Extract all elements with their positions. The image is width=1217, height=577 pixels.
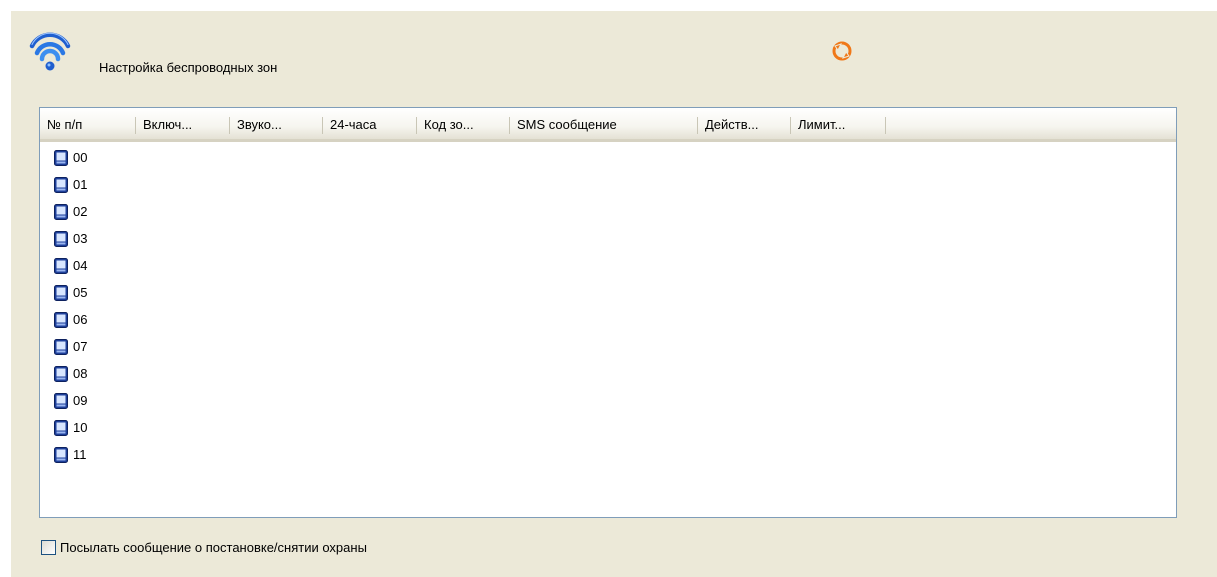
zone-device-icon — [54, 176, 68, 193]
wifi-icon — [29, 32, 71, 71]
zone-device-icon — [54, 257, 68, 274]
list-item[interactable]: 09 — [53, 387, 87, 414]
list-item-label: 06 — [73, 312, 88, 327]
send-message-option[interactable]: Посылать сообщение о постановке/снятии о… — [41, 540, 367, 555]
list-item-label: 04 — [73, 258, 88, 273]
zone-device-icon — [54, 230, 68, 247]
send-message-label: Посылать сообщение о постановке/снятии о… — [60, 540, 367, 555]
list-item[interactable]: 02 — [53, 198, 87, 225]
list-item-label: 01 — [73, 177, 88, 192]
list-item-label: 02 — [73, 204, 88, 219]
zone-device-icon — [54, 149, 68, 166]
column-header-limit[interactable]: Лимит... — [791, 108, 886, 139]
list-item-label: 03 — [73, 231, 88, 246]
list-item-label: 11 — [73, 447, 87, 462]
zone-device-icon — [54, 284, 68, 301]
list-item[interactable]: 03 — [53, 225, 87, 252]
list-item[interactable]: 05 — [53, 279, 87, 306]
zone-device-icon — [54, 446, 68, 463]
list-item[interactable]: 01 — [53, 171, 87, 198]
list-header: № п/п Включ... Звуко... 24-часа Код зо..… — [40, 108, 1176, 142]
list-item-label: 07 — [73, 339, 88, 354]
list-rows: 00 01 02 03 04 05 06 07 08 09 10 11 — [53, 144, 87, 468]
list-item[interactable]: 07 — [53, 333, 87, 360]
zone-device-icon — [54, 311, 68, 328]
zone-device-icon — [54, 419, 68, 436]
zone-device-icon — [54, 392, 68, 409]
list-item-label: 05 — [73, 285, 88, 300]
column-header-sound[interactable]: Звуко... — [230, 108, 323, 139]
column-header-enabled[interactable]: Включ... — [136, 108, 230, 139]
page-title: Настройка беспроводных зон — [99, 60, 278, 75]
column-header-action[interactable]: Действ... — [698, 108, 791, 139]
list-item[interactable]: 11 — [53, 441, 87, 468]
zone-device-icon — [54, 365, 68, 382]
list-item-label: 09 — [73, 393, 88, 408]
column-header-sms-message[interactable]: SMS сообщение — [510, 108, 698, 139]
list-item[interactable]: 08 — [53, 360, 87, 387]
list-item-label: 00 — [73, 150, 88, 165]
list-item[interactable]: 06 — [53, 306, 87, 333]
list-item-label: 08 — [73, 366, 88, 381]
column-header-zone-code[interactable]: Код зо... — [417, 108, 510, 139]
send-message-checkbox[interactable] — [41, 540, 56, 555]
column-header-number[interactable]: № п/п — [40, 108, 136, 139]
list-item-label: 10 — [73, 420, 88, 435]
refresh-icon[interactable] — [831, 40, 853, 62]
zone-device-icon — [54, 203, 68, 220]
zone-device-icon — [54, 338, 68, 355]
list-item[interactable]: 10 — [53, 414, 87, 441]
list-item[interactable]: 00 — [53, 144, 87, 171]
list-item[interactable]: 04 — [53, 252, 87, 279]
column-header-24h[interactable]: 24-часа — [323, 108, 417, 139]
zones-list[interactable]: № п/п Включ... Звуко... 24-часа Код зо..… — [39, 107, 1177, 518]
